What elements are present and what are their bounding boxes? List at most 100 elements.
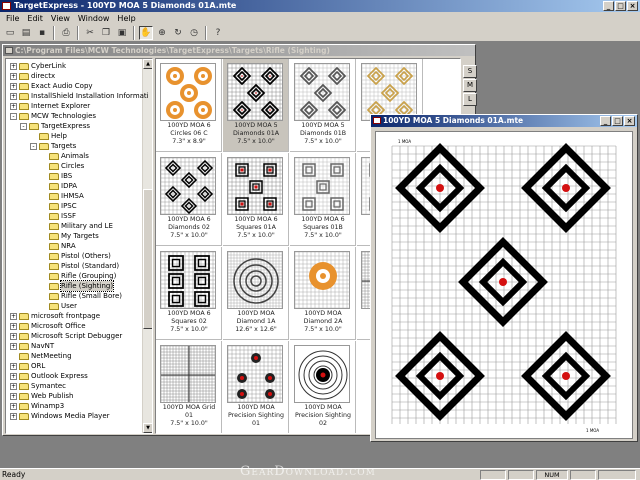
target-thumbnail[interactable]: 100YD MOA 6 Squares 01B 7.5" x 10.0"	[290, 153, 356, 246]
thumbnail-image	[294, 63, 350, 121]
expand-icon[interactable]: +	[10, 322, 17, 330]
tree-item[interactable]: IDPA	[40, 181, 77, 191]
tree-item[interactable]: Military and LE	[40, 221, 113, 231]
tree-item[interactable]: - TargetExpress	[20, 121, 90, 131]
clock-icon[interactable]: ◷	[187, 26, 201, 40]
help-icon[interactable]: ?	[211, 26, 225, 40]
tree-item[interactable]: Circles	[40, 161, 84, 171]
target-thumbnail[interactable]: 100YD MOA 5 Diamonds 01A 7.5" x 10.0"	[223, 59, 289, 152]
tree-item[interactable]: Pistol (Others)	[40, 251, 111, 261]
menu-help[interactable]: Help	[113, 14, 139, 23]
expand-icon[interactable]: +	[10, 102, 17, 110]
tree-item[interactable]: + Microsoft Script Debugger	[10, 331, 122, 341]
thumbnail-caption: 100YD MOA 6 Diamonds 02 7.5" x 10.0"	[156, 216, 222, 240]
target-thumbnail[interactable]: 100YD MOA 6 Diamonds 02 7.5" x 10.0"	[156, 153, 222, 246]
tree-item[interactable]: + Exact Audio Copy	[10, 81, 93, 91]
tree-item[interactable]: IHMSA	[40, 191, 84, 201]
maximize-button[interactable]: □	[615, 1, 626, 11]
save-icon[interactable]: ▪	[35, 26, 49, 40]
scroll-thumb[interactable]	[143, 189, 152, 329]
tree-item[interactable]: + Windows Media Player	[10, 411, 110, 421]
tree-item[interactable]: ISSF	[40, 211, 76, 221]
target-thumbnail[interactable]: 100YD MOA Diamond 2A 7.5" x 10.0"	[290, 247, 356, 340]
tree-item[interactable]: + Microsoft Office	[10, 321, 86, 331]
tree-item[interactable]: - MCW Technologies	[10, 111, 96, 121]
target-canvas[interactable]: 1 MOA 1 MOA	[375, 131, 633, 439]
expand-icon[interactable]: +	[10, 412, 17, 420]
target-thumbnail[interactable]: 100YD MOA Precision Sighting 02	[290, 341, 356, 433]
target-thumbnail[interactable]: 100YD MOA Diamond 1A 12.6" x 12.6"	[223, 247, 289, 340]
target-thumbnail[interactable]: 100YD MOA 5 Diamonds 01B 7.5" x 10.0"	[290, 59, 356, 152]
tree-item[interactable]: IPSC	[40, 201, 77, 211]
preview-maximize-button[interactable]: □	[612, 116, 623, 126]
expand-icon[interactable]: +	[10, 62, 17, 70]
expand-icon[interactable]: +	[10, 92, 17, 100]
expand-icon[interactable]: +	[10, 342, 17, 350]
tree-item[interactable]: + microsoft frontpage	[10, 311, 100, 321]
collapse-icon[interactable]: -	[20, 122, 27, 130]
tree-item[interactable]: + InstallShield Installation Informati	[10, 91, 149, 101]
tree-item[interactable]: + Internet Explorer	[10, 101, 90, 111]
cut-icon[interactable]: ✂	[83, 26, 97, 40]
target-thumbnail[interactable]: 100YD MOA 6 Squares 01A 7.5" x 10.0"	[223, 153, 289, 246]
tree-item[interactable]: Rifle (Small Bore)	[40, 291, 122, 301]
menu-edit[interactable]: Edit	[23, 14, 47, 23]
print-icon[interactable]: ⎙	[59, 26, 73, 40]
preview-close-button[interactable]: ×	[624, 116, 635, 126]
tree-item[interactable]: Rifle (Grouping)	[40, 271, 116, 281]
menu-window[interactable]: Window	[74, 14, 114, 23]
collapse-icon[interactable]: -	[10, 112, 17, 120]
close-button[interactable]: ×	[627, 1, 638, 11]
expand-icon[interactable]: +	[10, 362, 17, 370]
tree-item[interactable]: - Targets	[30, 141, 76, 151]
tree-item[interactable]: + NavNT	[10, 341, 54, 351]
scroll-up-button[interactable]: ▲	[143, 59, 152, 69]
tree-item[interactable]: + directx	[10, 71, 55, 81]
target-thumbnail[interactable]: 100YD MOA 6 Circles 06 C 7.3" x 8.9"	[156, 59, 222, 152]
tree-item[interactable]: My Targets	[40, 231, 99, 241]
tree-scrollbar[interactable]: ▲ ▼	[142, 59, 152, 433]
tree-item[interactable]: NetMeeting	[10, 351, 72, 361]
target-thumbnail[interactable]: 100YD MOA Precision Sighting 01	[223, 341, 289, 433]
paste-icon[interactable]: ▣	[115, 26, 129, 40]
expand-icon[interactable]: +	[10, 312, 17, 320]
expand-icon[interactable]: +	[10, 72, 17, 80]
expand-icon[interactable]: +	[10, 392, 17, 400]
tree-item[interactable]: + CyberLink	[10, 61, 66, 71]
tree-item[interactable]: IBS	[40, 171, 72, 181]
folder-tree[interactable]: ▲ ▼ + CyberLink + directx + Exact Audio Copy +…	[5, 58, 153, 434]
tree-item[interactable]: Rifle (Sighting)	[40, 280, 115, 292]
new-icon[interactable]: ▭	[3, 26, 17, 40]
tree-item[interactable]: + Symantec	[10, 381, 66, 391]
menu-view[interactable]: View	[47, 14, 74, 23]
tree-item[interactable]: Animals	[40, 151, 89, 161]
expand-icon[interactable]: +	[10, 332, 17, 340]
open-icon[interactable]: ▤	[19, 26, 33, 40]
scroll-down-button[interactable]: ▼	[143, 423, 152, 433]
small-size-button[interactable]: S	[463, 65, 477, 78]
expand-icon[interactable]: +	[10, 372, 17, 380]
tree-item[interactable]: + ORL	[10, 361, 45, 371]
tree-item[interactable]: User	[40, 301, 77, 311]
copy-icon[interactable]: ❐	[99, 26, 113, 40]
collapse-icon[interactable]: -	[30, 142, 37, 150]
zoom-icon[interactable]: ⊕	[155, 26, 169, 40]
tree-item[interactable]: Help	[30, 131, 67, 141]
preview-minimize-button[interactable]: _	[600, 116, 611, 126]
hand-icon[interactable]: ✋	[139, 25, 153, 40]
target-thumbnail[interactable]: 100YD MOA 6 Squares 02 7.5" x 10.0"	[156, 247, 222, 340]
tree-item[interactable]: Pistol (Standard)	[40, 261, 119, 271]
menu-file[interactable]: File	[2, 14, 23, 23]
tree-item[interactable]: NRA	[40, 241, 76, 251]
tree-item[interactable]: + Web Publish	[10, 391, 73, 401]
tree-item[interactable]: + Winamp3	[10, 401, 64, 411]
large-size-button[interactable]: L	[463, 93, 477, 106]
medium-size-button[interactable]: M	[463, 79, 477, 92]
expand-icon[interactable]: +	[10, 382, 17, 390]
rotate-icon[interactable]: ↻	[171, 26, 185, 40]
expand-icon[interactable]: +	[10, 402, 17, 410]
minimize-button[interactable]: _	[603, 1, 614, 11]
expand-icon[interactable]: +	[10, 82, 17, 90]
target-thumbnail[interactable]: 100YD MOA Grid 01 7.5" x 10.0"	[156, 341, 222, 433]
tree-item[interactable]: + Outlook Express	[10, 371, 88, 381]
